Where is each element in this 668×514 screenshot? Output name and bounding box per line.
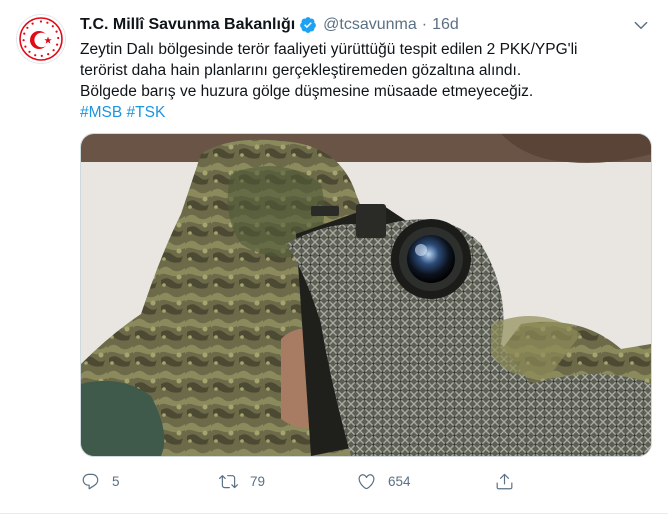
chevron-down-icon[interactable]	[630, 14, 652, 36]
avatar[interactable]	[16, 14, 66, 64]
tweet-card[interactable]: T.C. Millî Savunma Bakanlığı @tcsavunma …	[0, 0, 668, 514]
display-name[interactable]: T.C. Millî Savunma Bakanlığı	[80, 14, 295, 36]
retweet-count: 79	[250, 473, 266, 489]
share-icon	[494, 471, 514, 491]
ministry-emblem-icon	[19, 17, 63, 61]
tweet-text-line: terörist daha hain planlarını gerçekleşt…	[80, 62, 522, 79]
like-button[interactable]: 654	[356, 471, 494, 491]
retweet-icon	[218, 471, 238, 491]
separator-dot: ·	[421, 16, 428, 33]
hashtag-list: #MSB #TSK	[80, 102, 650, 123]
action-bar: 5 79 654	[80, 468, 640, 494]
verified-badge-icon	[299, 16, 317, 34]
handle[interactable]: @tcsavunma	[323, 14, 417, 36]
tweet-text: Zeytin Dalı bölgesinde terör faaliyeti y…	[80, 39, 650, 123]
hashtag-tsk[interactable]: #TSK	[127, 104, 166, 121]
share-button[interactable]	[494, 471, 632, 491]
reply-count: 5	[112, 473, 120, 489]
sniper-camouflage-photo	[81, 134, 651, 456]
like-count: 654	[388, 473, 411, 489]
reply-button[interactable]: 5	[80, 471, 218, 491]
timestamp[interactable]: 16d	[432, 14, 459, 36]
hashtag-msb[interactable]: #MSB	[80, 104, 122, 121]
tweet-header: T.C. Millî Savunma Bakanlığı @tcsavunma …	[80, 14, 459, 36]
tweet-photo[interactable]	[80, 133, 652, 457]
retweet-button[interactable]: 79	[218, 471, 356, 491]
heart-icon	[356, 471, 376, 491]
reply-icon	[80, 471, 100, 491]
tweet-text-line: Bölgede barış ve huzura gölge düşmesine …	[80, 83, 534, 100]
tweet-text-line: Zeytin Dalı bölgesinde terör faaliyeti y…	[80, 41, 578, 58]
